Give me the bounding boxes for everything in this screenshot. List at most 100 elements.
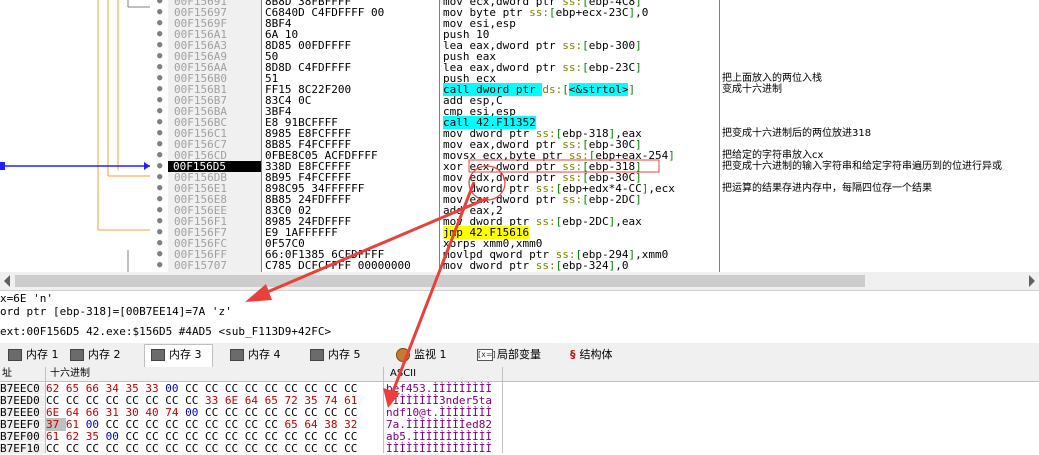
column-divider[interactable] [719,0,720,272]
breakpoint-dot[interactable]: ● [157,150,162,161]
dump-row[interactable]: B7EF10 CC CC CC CC CC CC CC CC CC CC CC C… [0,443,1039,454]
hex-byte[interactable]: CC [225,442,245,455]
horizontal-scrollbar[interactable] [0,272,1039,290]
dump-ascii[interactable]: 7a.ÌÌÌÌÌÌÌÌÌed82 [386,419,501,430]
dump-tabs: 内存 1 内存 2 内存 3 内存 4 内存 5 监视 1 [x=]局部变量 § 结构体 [0,343,1039,368]
dump-hex[interactable]: 61 62 35 00 CC CC CC CC CC CC CC CC CC C… [46,431,382,442]
hex-byte[interactable]: CC [66,442,86,455]
breakpoint-dot[interactable]: ● [157,139,162,150]
dump-hex[interactable]: 37 61 00 CC CC CC CC CC CC CC CC CC 65 6… [46,418,382,431]
instruction-comment[interactable]: 把变成十六进制的输入字符串和给定字符串遍历到的位进行异或 [719,161,1002,172]
tab-label: 内存 3 [169,348,202,361]
breakpoint-dot[interactable]: ● [157,194,162,205]
tab-7[interactable]: [x=]局部变量 [471,345,551,365]
hex-byte[interactable]: CC [265,442,285,455]
breakpoint-dot[interactable]: ● [157,249,162,260]
breakpoint-dot[interactable]: ● [157,62,162,73]
dump-header: 址 十六进制 ASCII [0,367,1039,382]
instruction-comment[interactable]: 把变成十六进制后的两位放进318 [719,128,871,139]
breakpoint-dot[interactable]: ● [157,51,162,62]
memory-dump[interactable]: B7EEC0 62 65 66 34 35 33 00 CC CC CC CC C… [0,382,1039,454]
breakpoint-dot[interactable]: ● [157,7,162,18]
breakpoint-dot[interactable]: ● [157,73,162,84]
instruction-comment[interactable]: 把给定的字符串放入cx [719,150,823,161]
hex-byte[interactable]: CC [185,442,205,455]
tab-2[interactable]: 内存 2 [64,345,131,365]
dump-row[interactable]: B7EF00 61 62 35 00 CC CC CC CC CC CC CC C… [0,431,1039,442]
dump-hex[interactable]: 62 65 66 34 35 33 00 CC CC CC CC CC CC C… [46,383,382,394]
instruction-comment[interactable]: 变成十六进制 [719,84,782,95]
disassembly-pane[interactable]: ● ● ● ● ● ● ● ● ● ● ● ● ● ● ● ● ● ● ● ● ● ● ● ● ● 00F15691 00F156… [0,0,1039,290]
tab-3[interactable]: 内存 3 [144,344,213,368]
tab-6[interactable]: 监视 1 [390,345,457,365]
dump-hex[interactable]: CC CC CC CC CC CC CC CC CC CC CC CC CC C… [46,443,382,454]
column-divider[interactable] [439,0,440,272]
info-panel: x=6E 'n' ord ptr [ebp-318]=[00B7EE14]=7A… [0,290,1039,343]
dump-row[interactable]: B7EEC0 62 65 66 34 35 33 00 CC CC CC CC C… [0,383,1039,394]
tab-8[interactable]: § 结构体 [564,345,623,365]
instruction-address[interactable]: 00F15707 [168,260,227,271]
dump-row[interactable]: B7EED0 CC CC CC CC CC CC CC CC 33 6E 64 6… [0,395,1039,406]
breakpoint-dot[interactable]: ● [157,238,162,249]
breakpoint-dot[interactable]: ● [157,205,162,216]
tab-1[interactable]: 内存 1 [2,345,69,365]
breakpoint-dot[interactable]: ● [157,172,162,183]
breakpoint-dot[interactable]: ● [157,183,162,194]
column-divider[interactable] [261,0,262,272]
hex-byte[interactable]: CC [304,442,324,455]
hex-byte[interactable]: CC [344,442,357,455]
hex-byte[interactable]: CC [285,442,305,455]
tab-5[interactable]: 内存 5 [304,345,371,365]
instruction-comment[interactable]: 把运算的结果存进内存中，每隔四位存一个结果 [719,183,932,194]
breakpoint-dot[interactable]: ● [157,0,162,7]
dump-address: B7EF00 [0,431,45,442]
dump-hex[interactable]: 6E 64 66 31 30 40 74 00 CC CC CC CC CC C… [46,407,382,418]
breakpoint-dot[interactable]: ● [157,84,162,95]
comment-column: 把上面放入的两位入栈 变成十六进制把变成十六进制后的两位放进318 把给定的字符串放… [719,0,1039,272]
dump-ascii[interactable]: bef453.ÌÌÌÌÌÌÌÌÌ [386,383,501,394]
memory-icon [8,349,22,361]
hex-byte[interactable]: CC [165,442,185,455]
breakpoint-dot[interactable]: ● [157,95,162,106]
struct-icon: § [570,348,576,361]
breakpoint-dot[interactable]: ● [157,18,162,29]
memory-icon [310,349,324,361]
hex-byte[interactable]: CC [324,442,344,455]
hex-byte[interactable]: CC [126,442,146,455]
breakpoint-dot[interactable]: ● [157,106,162,117]
memory-icon [230,349,244,361]
dump-ascii[interactable]: ÌÌÌÌÌÌÌÌÌÌÌÌÌÌÌÌ [386,443,501,454]
dump-ascii[interactable]: ÌÌÌÌÌÌÌÌ3nder5ta [386,395,501,406]
jump-arrows-column [0,0,150,289]
breakpoint-dot[interactable]: ● [157,216,162,227]
hex-byte[interactable]: CC [86,442,106,455]
hex-byte[interactable]: CC [46,442,66,455]
instruction-text[interactable]: mov dword ptr ss:[ebp-324],0 [439,260,628,271]
info-line-3: ext:00F156D5 42.exe:$156D5 #4AD5 <sub_F1… [0,325,332,338]
breakpoint-dot[interactable]: ● [157,161,162,172]
info-line-1: x=6E 'n' [0,292,53,305]
breakpoint-dot[interactable]: ● [157,227,162,238]
breakpoint-dot[interactable]: ● [157,29,162,40]
scrollbar-thumb[interactable] [15,275,865,287]
breakpoint-column[interactable]: ● ● ● ● ● ● ● ● ● ● ● ● ● ● ● ● ● ● ● ● ● ● ● ● ● [152,0,168,272]
hex-byte[interactable]: CC [145,442,165,455]
dump-row[interactable]: B7EEE0 6E 64 66 31 30 40 74 00 CC CC CC C… [0,407,1039,418]
hex-byte[interactable]: CC [106,442,126,455]
instruction-comment[interactable]: 把上面放入的两位入栈 [719,73,822,84]
breakpoint-dot[interactable]: ● [157,128,162,139]
tab-label: 局部变量 [497,348,541,361]
scroll-right-icon[interactable] [1029,275,1035,287]
breakpoint-dot[interactable]: ● [157,260,162,271]
hex-byte[interactable]: CC [245,442,265,455]
breakpoint-dot[interactable]: ● [157,40,162,51]
instruction-bytes: C785 DCFCFFFF 00000000 [265,259,411,272]
dump-ascii[interactable]: ndf10@t.ÌÌÌÌÌÌÌÌ [386,407,501,418]
hex-byte[interactable]: CC [205,442,225,455]
dump-ascii[interactable]: ab5.ÌÌÌÌÌÌÌÌÌÌÌÌ [386,431,501,442]
dump-row[interactable]: B7EEF0 37 61 00 CC CC CC CC CC CC CC CC C… [0,418,1039,431]
scroll-left-icon[interactable] [4,275,10,287]
tab-4[interactable]: 内存 4 [224,345,291,365]
breakpoint-dot[interactable]: ● [157,117,162,128]
dump-hex[interactable]: CC CC CC CC CC CC CC CC 33 6E 64 65 72 3… [46,395,382,406]
